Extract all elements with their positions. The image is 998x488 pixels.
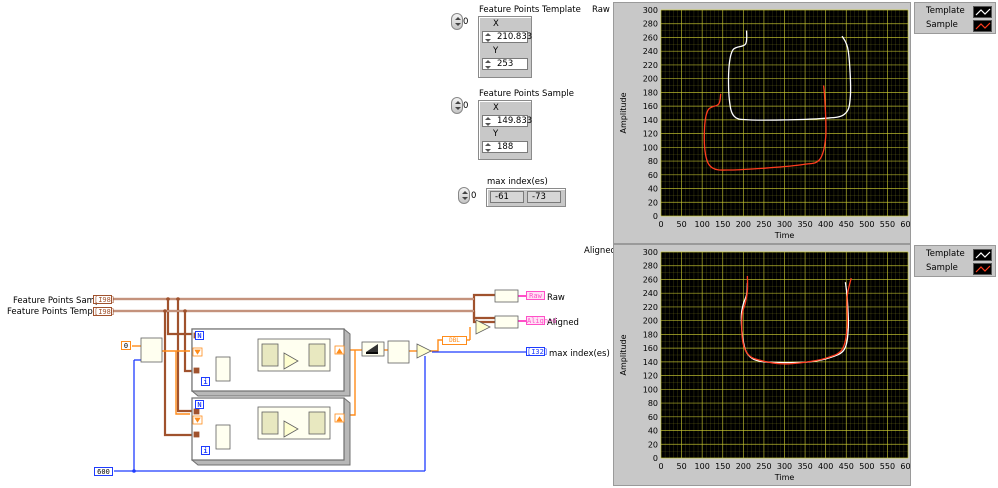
aligned-legend-sample-swatch-icon[interactable]	[973, 263, 992, 275]
raw-y-tick-label: 260	[643, 33, 658, 42]
raw-y-tick-label: 20	[648, 198, 658, 207]
aligned-y-tick-label: 40	[648, 427, 658, 436]
six-hundred-constant[interactable]: 600	[94, 467, 113, 476]
aligned-y-tick-label: 20	[648, 440, 658, 449]
aligned-y-tick-label: 200	[643, 317, 658, 326]
aligned-graph: 0501001502002503003504004505005506003002…	[619, 248, 911, 482]
raw-x-tick-label: 50	[676, 220, 686, 229]
aligned-legend-template-swatch-icon[interactable]	[973, 249, 992, 261]
raw-y-tick-label: 240	[643, 47, 658, 56]
raw-legend-template-swatch-icon[interactable]	[973, 6, 992, 18]
aligned-x-tick-label: 0	[658, 462, 663, 471]
aligned-y-tick-label: 120	[643, 372, 658, 381]
raw-x-tick-label: 400	[818, 220, 833, 229]
zero-constant[interactable]: 0	[121, 341, 131, 350]
raw-y-tick-label: 80	[648, 157, 658, 166]
raw-x-tick-label: 550	[880, 220, 895, 229]
aligned-x-tick-label: 350	[797, 462, 812, 471]
for-loop-2-iteration-terminal: i	[201, 446, 210, 455]
raw-x-tick-label: 250	[756, 220, 771, 229]
diagram-aligned-label: Aligned	[547, 318, 579, 328]
raw-legend-sample-swatch-icon[interactable]	[973, 20, 992, 32]
aligned-x-tick-label: 300	[777, 462, 792, 471]
aligned-x-axis-label: Time	[774, 473, 795, 482]
aligned-x-tick-label: 450	[839, 462, 854, 471]
aligned-x-tick-label: 600	[900, 462, 911, 471]
raw-legend-template: Template	[926, 6, 965, 16]
aligned-y-tick-label: 220	[643, 303, 658, 312]
block-diagram	[113, 289, 526, 473]
aligned-legend-sample: Sample	[926, 263, 958, 273]
sample-control-terminal[interactable]: [I98]	[93, 295, 115, 304]
raw-y-tick-label: 100	[643, 143, 658, 152]
aligned-x-tick-label: 400	[818, 462, 833, 471]
raw-y-tick-label: 200	[643, 75, 658, 84]
raw-x-tick-label: 600	[900, 220, 911, 229]
raw-x-tick-label: 350	[797, 220, 812, 229]
aligned-y-tick-label: 280	[643, 262, 658, 271]
aligned-x-tick-label: 150	[715, 462, 730, 471]
raw-y-tick-label: 120	[643, 130, 658, 139]
raw-y-tick-label: 180	[643, 88, 658, 97]
for-loop-1-iteration-terminal: i	[201, 377, 210, 386]
aligned-y-tick-label: 300	[643, 248, 658, 257]
aligned-y-tick-label: 240	[643, 289, 658, 298]
raw-y-tick-label: 40	[648, 185, 658, 194]
raw-x-tick-label: 300	[777, 220, 792, 229]
aligned-y-tick-label: 180	[643, 330, 658, 339]
aligned-y-tick-label: 140	[643, 358, 658, 367]
aligned-x-tick-label: 50	[676, 462, 686, 471]
aligned-y-tick-label: 60	[648, 413, 658, 422]
raw-y-tick-label: 160	[643, 102, 658, 111]
raw-x-tick-label: 200	[736, 220, 751, 229]
raw-y-tick-label: 300	[643, 6, 658, 15]
diagram-max-index-label: max index(es)	[549, 349, 610, 359]
aligned-y-tick-label: 0	[653, 454, 658, 463]
aligned-x-tick-label: 550	[880, 462, 895, 471]
aligned-indicator-terminal[interactable]: Aligned	[526, 316, 557, 325]
for-loop-1-count-terminal: N	[195, 331, 204, 340]
raw-graph: 0501001502002503003504004505005506003002…	[619, 6, 911, 240]
aligned-y-tick-label: 160	[643, 344, 658, 353]
raw-y-axis-label: Amplitude	[619, 92, 628, 133]
raw-y-tick-label: 0	[653, 212, 658, 221]
raw-x-tick-label: 450	[839, 220, 854, 229]
aligned-x-tick-label: 200	[736, 462, 751, 471]
raw-x-axis-label: Time	[774, 231, 795, 240]
aligned-y-tick-label: 100	[643, 385, 658, 394]
raw-x-tick-label: 500	[859, 220, 874, 229]
aligned-y-tick-label: 260	[643, 275, 658, 284]
raw-x-tick-label: 100	[695, 220, 710, 229]
aligned-legend: Template Sample	[914, 245, 996, 277]
aligned-x-tick-label: 100	[695, 462, 710, 471]
raw-x-tick-label: 0	[658, 220, 663, 229]
max-index-indicator-terminal[interactable]: [I32]	[526, 347, 548, 356]
aligned-y-tick-label: 80	[648, 399, 658, 408]
for-loop-2-count-terminal: N	[195, 400, 204, 409]
aligned-x-tick-label: 250	[756, 462, 771, 471]
template-control-terminal[interactable]: [I98]	[93, 307, 115, 316]
raw-indicator-terminal[interactable]: Raw	[526, 291, 545, 300]
aligned-x-tick-label: 500	[859, 462, 874, 471]
diagram-raw-label: Raw	[547, 293, 565, 303]
raw-legend: Template Sample	[914, 2, 996, 34]
raw-y-tick-label: 280	[643, 20, 658, 29]
raw-y-tick-label: 140	[643, 116, 658, 125]
to-dbl-conversion[interactable]: DBL	[442, 336, 467, 345]
raw-y-tick-label: 60	[648, 171, 658, 180]
raw-y-tick-label: 220	[643, 61, 658, 70]
raw-x-tick-label: 150	[715, 220, 730, 229]
raw-legend-sample: Sample	[926, 20, 958, 30]
aligned-legend-template: Template	[926, 249, 965, 259]
aligned-y-axis-label: Amplitude	[619, 334, 628, 375]
